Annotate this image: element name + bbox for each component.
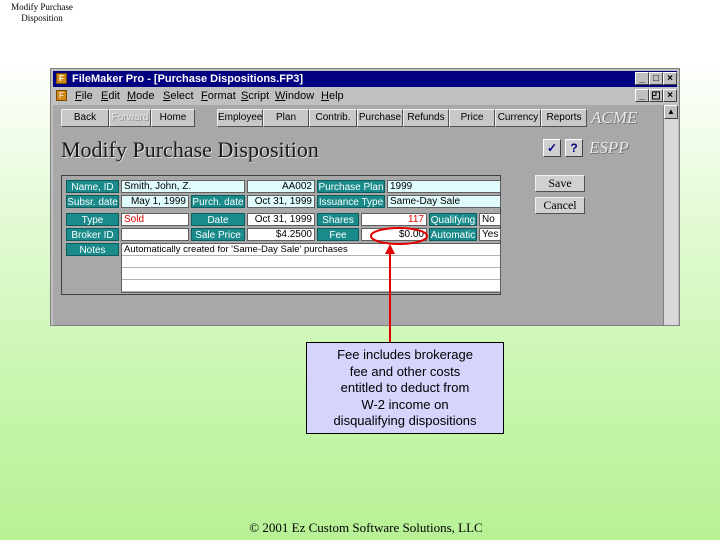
- callout-arrowhead: [385, 244, 395, 254]
- callout-line: disqualifying dispositions: [333, 413, 477, 428]
- copyright-footer: © 2001 Ez Custom Software Solutions, LLC: [249, 520, 483, 535]
- callout-line: entitled to deduct from: [340, 380, 470, 395]
- callout-line: Fee includes brokerage: [337, 347, 473, 362]
- callout-line: W-2 income on: [361, 396, 449, 412]
- fee-callout: Fee includes brokerage fee and other cos…: [306, 342, 504, 434]
- annotation-overlay: [370, 227, 428, 342]
- callout-line: fee and other costs: [349, 363, 461, 379]
- fee-highlight-ellipse: [370, 227, 428, 245]
